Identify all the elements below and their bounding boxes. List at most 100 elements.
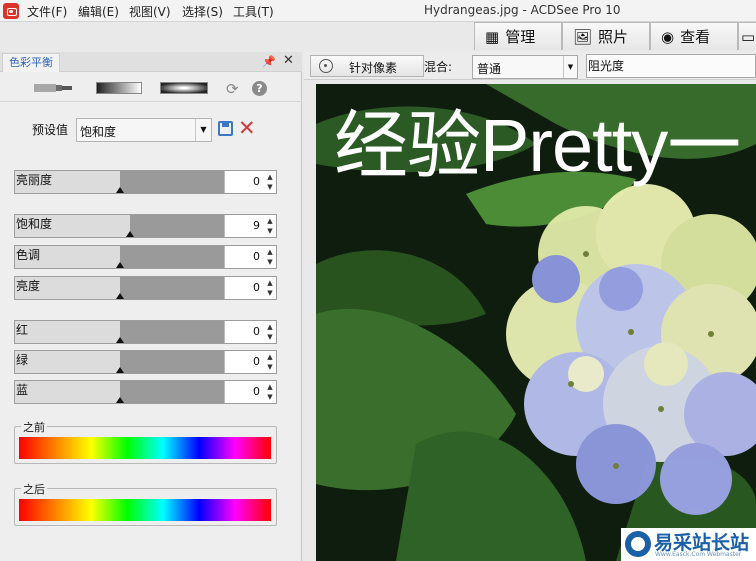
menu-tools[interactable]: 工具(T) [233, 3, 274, 20]
window-title: Hydrangeas.jpg - ACDSee Pro 10 [424, 3, 621, 17]
spinner-icon[interactable]: ▲ ▼ [264, 246, 276, 268]
panel-tab-title[interactable]: 色彩平衡 [2, 53, 60, 72]
slider-track-right [130, 215, 224, 237]
slider-3[interactable]: 亮度 0 ▲ ▼ [14, 276, 277, 300]
slider-value[interactable]: 0 [224, 246, 264, 268]
spinner-icon[interactable]: ▲ ▼ [264, 381, 276, 403]
mode-tabs: ▦ 管理 🖼 照片 ◉ 查看 ▭ [474, 22, 756, 50]
watermark: 易采站长站 Www.Easck.Com Webmaster [621, 528, 756, 561]
slider-value[interactable]: 0 [224, 171, 264, 193]
slider-track-right [120, 321, 224, 343]
preset-label: 预设值 [32, 123, 69, 137]
panel-header: 色彩平衡 📌 ✕ [0, 52, 302, 72]
slider-value[interactable]: 0 [224, 321, 264, 343]
after-label: 之后 [21, 481, 47, 497]
after-group: 之后 [14, 481, 277, 526]
slider-value[interactable]: 0 [224, 277, 264, 299]
slider-thumb[interactable] [116, 397, 124, 403]
brush-icon[interactable] [34, 82, 72, 94]
delete-icon[interactable]: ✕ [238, 116, 256, 140]
tab-manage[interactable]: ▦ 管理 [474, 22, 562, 50]
edit-toolbar: 针对像素 混合: 普通 ▼ 阻光度 [304, 52, 756, 80]
tab-manage-label: 管理 [505, 28, 536, 46]
slider-label: 红 [16, 323, 29, 337]
slider-label: 色调 [16, 248, 41, 262]
before-spectrum [19, 437, 271, 459]
menu-select[interactable]: 选择(S) [182, 3, 223, 20]
save-icon[interactable] [218, 121, 233, 136]
tab-more[interactable]: ▭ [738, 22, 756, 50]
watermark-logo-icon [625, 531, 651, 557]
slider-thumb[interactable] [116, 262, 124, 268]
slider-5[interactable]: 绿 0 ▲ ▼ [14, 350, 277, 374]
spinner-icon[interactable]: ▲ ▼ [264, 277, 276, 299]
slider-0[interactable]: 亮丽度 0 ▲ ▼ [14, 170, 277, 194]
chevron-down-icon: ▼ [563, 56, 577, 78]
pin-icon[interactable]: 📌 [262, 55, 276, 68]
slider-track-right [120, 277, 224, 299]
target-pixel-label: 针对像素 [349, 61, 398, 75]
spinner-icon[interactable]: ▲ ▼ [264, 321, 276, 343]
gradient-radial-icon[interactable] [160, 82, 208, 94]
blend-label: 混合: [424, 60, 453, 74]
app-icon[interactable] [3, 3, 19, 19]
blend-mode-select[interactable]: 普通 ▼ [472, 55, 578, 79]
slider-track-left [15, 381, 120, 403]
target-pixel-button[interactable]: 针对像素 [310, 55, 424, 77]
opacity-select[interactable]: 阻光度 [586, 54, 756, 78]
tab-view[interactable]: ◉ 查看 [650, 22, 738, 50]
slider-4[interactable]: 红 0 ▲ ▼ [14, 320, 277, 344]
spinner-icon[interactable]: ▲ ▼ [264, 215, 276, 237]
eye-icon: ◉ [661, 27, 675, 46]
chevron-down-icon: ▼ [195, 119, 211, 141]
menu-file[interactable]: 文件(F) [27, 3, 67, 20]
slider-thumb[interactable] [116, 293, 124, 299]
slider-label: 亮度 [16, 279, 41, 293]
slider-track-right [120, 351, 224, 373]
photo-icon: 🖼 [573, 27, 593, 46]
title-bar: 文件(F) 编辑(E) 视图(V) 选择(S) 工具(T) Hydrangeas… [0, 0, 756, 22]
tool-row: ⟳ ? [0, 74, 302, 102]
color-balance-panel: 色彩平衡 📌 ✕ ⟳ ? 预设值 饱和度 ▼ ✕ 亮丽度 0 ▲ ▼ 饱和度 9 ▲ ▼ 色调 0… [0, 52, 302, 561]
tab-photo[interactable]: 🖼 照片 [562, 22, 650, 50]
preset-select[interactable]: 饱和度 ▼ [76, 118, 212, 142]
spinner-icon[interactable]: ▲ ▼ [264, 351, 276, 373]
grid-icon: ▦ [485, 27, 500, 46]
blend-mode-value: 普通 [477, 62, 502, 76]
help-icon[interactable]: ? [252, 81, 267, 96]
before-label: 之前 [21, 419, 47, 435]
image-canvas[interactable]: 经验Pretty一 [316, 84, 756, 561]
tab-photo-label: 照片 [598, 28, 629, 46]
gradient-linear-icon[interactable] [96, 82, 142, 94]
after-spectrum [19, 499, 271, 521]
slider-thumb[interactable] [116, 337, 124, 343]
menu-edit[interactable]: 编辑(E) [78, 3, 119, 20]
slider-track-right [120, 246, 224, 268]
slider-2[interactable]: 色调 0 ▲ ▼ [14, 245, 277, 269]
overlay-text: 经验Pretty一 [334, 104, 741, 187]
slider-1[interactable]: 饱和度 9 ▲ ▼ [14, 214, 277, 238]
slider-label: 蓝 [16, 383, 29, 397]
more-tab-icon: ▭ [741, 27, 756, 46]
slider-value[interactable]: 0 [224, 381, 264, 403]
slider-track-left [15, 351, 120, 373]
slider-track-left [15, 321, 120, 343]
tab-view-label: 查看 [680, 28, 711, 46]
slider-value[interactable]: 9 [224, 215, 264, 237]
menu-view[interactable]: 视图(V) [129, 3, 171, 20]
slider-thumb[interactable] [116, 367, 124, 373]
slider-label: 亮丽度 [16, 173, 53, 187]
slider-thumb[interactable] [116, 187, 124, 193]
slider-thumb[interactable] [126, 231, 134, 237]
spinner-icon[interactable]: ▲ ▼ [264, 171, 276, 193]
before-group: 之前 [14, 419, 277, 464]
refresh-icon[interactable]: ⟳ [226, 80, 239, 98]
preset-value: 饱和度 [80, 125, 117, 139]
slider-track-right [120, 171, 224, 193]
close-icon[interactable]: ✕ [283, 53, 294, 68]
slider-label: 绿 [16, 353, 29, 367]
watermark-sub: Www.Easck.Com Webmaster [655, 551, 742, 558]
slider-value[interactable]: 0 [224, 351, 264, 373]
slider-label: 饱和度 [16, 217, 53, 231]
slider-6[interactable]: 蓝 0 ▲ ▼ [14, 380, 277, 404]
